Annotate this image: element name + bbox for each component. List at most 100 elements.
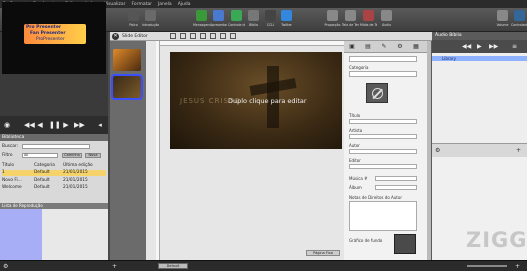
close-icon[interactable]: ✕ bbox=[112, 33, 119, 40]
toolbar-button-timer[interactable]: Tela de Temporizador bbox=[342, 9, 359, 31]
text-tool-icon[interactable] bbox=[170, 33, 176, 39]
toolbar-button-music[interactable]: Controle de Música bbox=[228, 9, 245, 31]
background-graphic-well[interactable] bbox=[394, 234, 416, 254]
toolbar-button-label: Proporção bbox=[324, 23, 341, 27]
grid-tool-icon[interactable] bbox=[230, 33, 236, 39]
gear-icon[interactable]: ⚙ bbox=[435, 147, 440, 154]
toolbar-button-aspect[interactable]: Proporção bbox=[324, 9, 341, 31]
speaker-icon[interactable]: ◂ bbox=[96, 121, 104, 129]
stage-icon bbox=[128, 10, 139, 21]
audio-menu-icon[interactable]: ≡ bbox=[512, 43, 517, 50]
toolbar-button-label: Bíblia bbox=[249, 23, 258, 27]
menu-visualizar[interactable]: Visualizar bbox=[104, 2, 126, 7]
toolbar-button-twitter[interactable]: Twitter bbox=[278, 9, 295, 31]
menu-formatar[interactable]: Formatar bbox=[132, 2, 152, 7]
toolbar-button-controller[interactable]: Controlador bbox=[511, 9, 527, 31]
toolbar-button-label: Tela de Temporizador bbox=[342, 23, 359, 27]
properties-tabs: ▣ ▤ ✎ ⚙ ▦ bbox=[344, 41, 429, 53]
tab-info-icon[interactable]: ▦ bbox=[412, 43, 420, 51]
image-tool-icon[interactable] bbox=[190, 33, 196, 39]
no-background-icon[interactable] bbox=[366, 83, 388, 103]
album-field[interactable] bbox=[375, 185, 417, 190]
table-row-title[interactable]: 1 bbox=[2, 170, 5, 175]
editor-tool-strip bbox=[170, 33, 300, 40]
toolbar-button-stage[interactable]: Palco bbox=[125, 9, 142, 31]
toolbar-button-label: Áudio bbox=[381, 23, 392, 27]
editor-title: Slide Editor bbox=[122, 34, 148, 39]
path-button[interactable]: Caminho bbox=[62, 153, 82, 158]
add-icon[interactable]: + bbox=[516, 147, 521, 154]
new-button[interactable]: Nova bbox=[85, 153, 101, 158]
table-row-title[interactable]: Welcome bbox=[2, 185, 22, 190]
toolbar-button-ccli[interactable]: CCLI bbox=[262, 9, 279, 31]
selected-row-bg bbox=[2, 170, 106, 176]
timer-icon bbox=[345, 10, 356, 21]
audio-item-label: Library bbox=[442, 56, 456, 61]
toolbar-button-presentation[interactable]: Apresentação bbox=[210, 9, 227, 31]
gear-icon[interactable]: ⚙ bbox=[3, 263, 8, 270]
slide-thumbnail-selected[interactable] bbox=[111, 74, 143, 100]
pause-icon[interactable]: ❚❚ bbox=[49, 121, 61, 129]
loop-icon[interactable]: ◉ bbox=[3, 121, 11, 129]
page-select[interactable]: Página Fixa bbox=[306, 250, 340, 256]
search-input[interactable] bbox=[22, 144, 90, 149]
table-row-date: 21/01/2015 bbox=[63, 185, 88, 190]
audio-list-item-selected[interactable]: Library bbox=[432, 56, 527, 61]
prev-icon[interactable]: ◀ bbox=[36, 121, 44, 129]
add-media-icon[interactable]: + bbox=[515, 263, 520, 270]
toolbar-button-bible[interactable]: Bíblia bbox=[245, 9, 262, 31]
next-icon[interactable]: ▶ bbox=[62, 121, 70, 129]
fast-forward-icon[interactable]: ▶▶ bbox=[74, 121, 85, 129]
tab-slide-icon[interactable]: ▣ bbox=[348, 43, 356, 51]
playlist-list[interactable] bbox=[0, 209, 42, 260]
shape-tool-icon[interactable] bbox=[180, 33, 186, 39]
toolbar-button-label: Mídia de Tela bbox=[360, 23, 377, 27]
toolbar-button-audio[interactable]: Áudio bbox=[378, 9, 395, 31]
filter-select[interactable]: All bbox=[22, 153, 58, 158]
author-field[interactable] bbox=[349, 149, 417, 154]
tab-text-icon[interactable]: ▤ bbox=[364, 43, 372, 51]
col-date[interactable]: Última edição bbox=[63, 163, 93, 168]
category-select[interactable] bbox=[349, 56, 417, 62]
artist-field[interactable] bbox=[349, 134, 417, 139]
toolbar-button-label: Introdução de Vídeo bbox=[142, 23, 159, 27]
col-category[interactable]: Categoria bbox=[34, 163, 55, 168]
horizontal-ruler bbox=[160, 41, 344, 46]
audio-prev-icon[interactable]: ◀◀ bbox=[462, 43, 471, 50]
toolbar-button-label: CCLI bbox=[266, 23, 275, 27]
menu-janela[interactable]: Janela bbox=[158, 2, 172, 7]
tab-format-icon[interactable]: ✎ bbox=[380, 43, 388, 51]
table-row-date: 21/01/2015 bbox=[63, 178, 88, 183]
video-tool-icon[interactable] bbox=[200, 33, 206, 39]
song-number-label: Música # bbox=[349, 176, 368, 181]
copyright-textarea[interactable] bbox=[349, 201, 417, 231]
align-tool-icon[interactable] bbox=[220, 33, 226, 39]
toolbar-button-volume[interactable]: Volume bbox=[494, 9, 511, 31]
copyright-label: Notas de Direitos do Autor bbox=[349, 195, 402, 200]
editor-field[interactable] bbox=[349, 164, 417, 169]
audio-play-icon[interactable]: ▶ bbox=[477, 43, 482, 50]
menu-ajuda[interactable]: Ajuda bbox=[178, 2, 191, 7]
table-row-category: Default bbox=[34, 178, 50, 183]
web-tool-icon[interactable] bbox=[210, 33, 216, 39]
title-field[interactable] bbox=[349, 119, 417, 124]
table-row-title[interactable]: Novo Fi... bbox=[2, 178, 22, 183]
toolbar-button-messages[interactable]: Mensagens bbox=[193, 9, 210, 31]
slide-canvas[interactable]: JESUS CRISTO Duplo clique para editar bbox=[170, 52, 342, 149]
audio-next-icon[interactable]: ▶▶ bbox=[489, 43, 498, 50]
add-slide-icon[interactable]: + bbox=[112, 263, 117, 270]
properties-scrollbar[interactable] bbox=[427, 41, 431, 260]
col-title[interactable]: Título bbox=[2, 163, 14, 168]
song-number-field[interactable] bbox=[375, 176, 417, 181]
tab-settings-icon[interactable]: ⚙ bbox=[396, 43, 404, 51]
slide-thumbnail[interactable] bbox=[113, 49, 141, 71]
music-icon bbox=[231, 10, 242, 21]
toolbar-button-screen-media[interactable]: Mídia de Tela bbox=[360, 9, 377, 31]
category-field[interactable] bbox=[349, 71, 417, 77]
toolbar-button-video[interactable]: Introdução de Vídeo bbox=[142, 9, 159, 31]
slide-text-box[interactable]: Duplo clique para editar bbox=[228, 97, 307, 105]
theme-select[interactable]: Default bbox=[158, 263, 188, 269]
table-row-date: 21/01/2015 bbox=[63, 170, 88, 175]
zoom-slider[interactable] bbox=[467, 265, 507, 267]
rewind-icon[interactable]: ◀◀ bbox=[24, 121, 35, 129]
